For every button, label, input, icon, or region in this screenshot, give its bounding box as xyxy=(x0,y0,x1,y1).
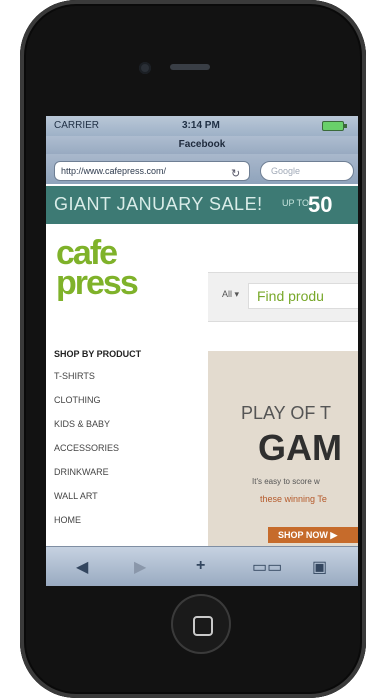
nav-item[interactable]: ACCESSORIES xyxy=(54,441,184,465)
nav-item[interactable]: WALL ART xyxy=(54,489,184,513)
nav-item[interactable]: KIDS & BABY xyxy=(54,417,184,441)
upto-text: UP TO xyxy=(282,198,310,208)
promo-line2: GAM xyxy=(258,427,342,468)
logo-press: press xyxy=(56,264,139,302)
carrier-label: CARRIER xyxy=(54,120,100,131)
forward-icon[interactable]: ▶ xyxy=(134,557,146,577)
status-bar: CARRIER 3:14 PM xyxy=(46,116,358,136)
home-square-icon xyxy=(193,616,213,636)
camera-icon xyxy=(139,62,151,74)
promo-line3: It's easy to score w xyxy=(252,477,320,486)
search-field[interactable]: Google xyxy=(260,161,354,181)
find-products-input[interactable]: Find produ xyxy=(248,283,358,309)
bookmarks-icon[interactable]: ▭▭ xyxy=(252,557,282,577)
speaker-grill xyxy=(170,64,210,70)
nav-item[interactable]: CLOTHING xyxy=(54,393,184,417)
product-search: All ▾ Find produ xyxy=(208,272,358,322)
all-dropdown[interactable]: All ▾ xyxy=(222,289,239,300)
nav-heading: SHOP BY PRODUCT xyxy=(54,349,142,359)
promo-line4: these winning Te xyxy=(260,494,327,504)
cafepress-logo[interactable]: cafe press xyxy=(54,234,164,308)
nav-item[interactable]: DRINKWARE xyxy=(54,465,184,489)
url-field[interactable]: http://www.cafepress.com/ ↻ xyxy=(54,161,250,181)
percent-text: 50 xyxy=(308,192,333,217)
screen: CARRIER 3:14 PM Facebook http://www.cafe… xyxy=(46,116,358,586)
shop-by-product: SHOP BY PRODUCT T-SHIRTS CLOTHING KIDS &… xyxy=(54,349,184,537)
battery-icon xyxy=(322,121,347,131)
reload-icon[interactable]: ↻ xyxy=(231,165,243,180)
url-text: http://www.cafepress.com/ xyxy=(61,166,167,176)
nav-item[interactable]: HOME xyxy=(54,513,184,537)
nav-item[interactable]: T-SHIRTS xyxy=(54,369,184,393)
promo-line1: PLAY OF T xyxy=(241,403,332,423)
sale-text: GIANT JANUARY SALE! xyxy=(54,194,263,214)
shop-now-button[interactable]: SHOP NOW ▶ xyxy=(268,527,358,543)
address-bar: http://www.cafepress.com/ ↻ Google xyxy=(46,154,358,184)
back-icon[interactable]: ◀ xyxy=(76,557,88,577)
time-label: 3:14 PM xyxy=(182,120,220,131)
pages-icon[interactable]: ▣ xyxy=(312,557,327,577)
safari-toolbar: ◀ ▶ + ▭▭ ▣ xyxy=(46,546,358,586)
page-title: Facebook xyxy=(46,136,358,154)
add-icon[interactable]: + xyxy=(196,557,205,575)
sale-banner[interactable]: GIANT JANUARY SALE! UP TO 50 xyxy=(46,186,358,224)
